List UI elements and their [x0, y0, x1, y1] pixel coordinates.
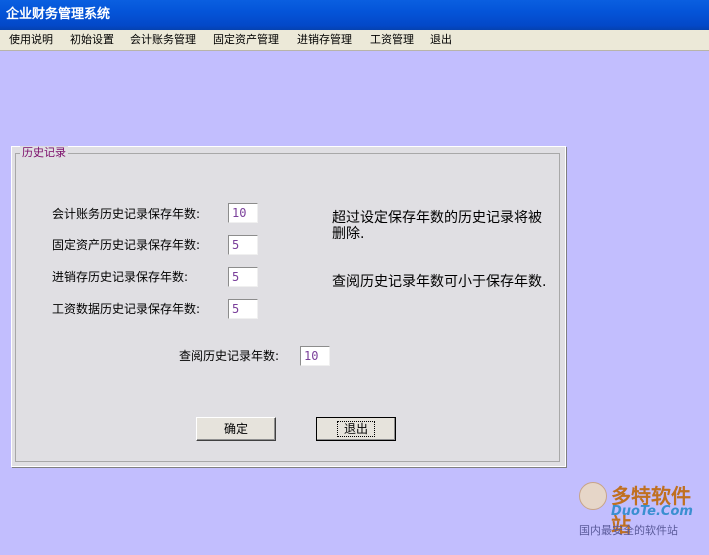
- accounting-years-input[interactable]: 10: [228, 203, 258, 223]
- exit-button[interactable]: 退出: [316, 417, 396, 441]
- watermark-slogan: 国内最安全的软件站: [579, 524, 678, 537]
- query-note: 查阅历史记录年数可小于保存年数.: [332, 274, 547, 290]
- payroll-years-label: 工资数据历史记录保存年数:: [52, 302, 201, 316]
- query-years-input[interactable]: 10: [300, 346, 330, 366]
- fixed-assets-years-label: 固定资产历史记录保存年数:: [52, 238, 201, 252]
- menu-item-fixed-assets[interactable]: 固定资产管理: [213, 30, 279, 50]
- group-title: 历史记录: [20, 146, 68, 160]
- menu-bar: 使用说明 初始设置 会计账务管理 固定资产管理 进销存管理 工资管理 退出: [0, 30, 709, 51]
- menu-item-inventory[interactable]: 进销存管理: [297, 30, 352, 50]
- payroll-years-input[interactable]: 5: [228, 299, 258, 319]
- menu-item-initial-settings[interactable]: 初始设置: [70, 30, 114, 50]
- inventory-years-input[interactable]: 5: [228, 267, 258, 287]
- query-years-label: 查阅历史记录年数:: [179, 349, 280, 363]
- inventory-years-label: 进销存历史记录保存年数:: [52, 270, 189, 284]
- fixed-assets-years-input[interactable]: 5: [228, 235, 258, 255]
- retention-note: 超过设定保存年数的历史记录将被删除.: [332, 210, 542, 242]
- ok-button[interactable]: 确定: [196, 417, 276, 441]
- window-title: 企业财务管理系统: [0, 0, 709, 30]
- accounting-years-label: 会计账务历史记录保存年数:: [52, 207, 201, 221]
- watermark-logo: 多特软件站 DuoTe.Com 国内最安全的软件站: [577, 478, 703, 540]
- history-panel: 历史记录 会计账务历史记录保存年数: 10 固定资产历史记录保存年数: 5 进销…: [11, 146, 566, 467]
- exit-button-label: 退出: [336, 421, 376, 437]
- mascot-icon: [579, 482, 607, 510]
- watermark-domain: DuoTe.Com: [611, 504, 693, 519]
- menu-item-help[interactable]: 使用说明: [9, 30, 53, 50]
- menu-item-exit[interactable]: 退出: [430, 30, 452, 50]
- menu-item-accounting[interactable]: 会计账务管理: [130, 30, 196, 50]
- menu-item-payroll[interactable]: 工资管理: [370, 30, 414, 50]
